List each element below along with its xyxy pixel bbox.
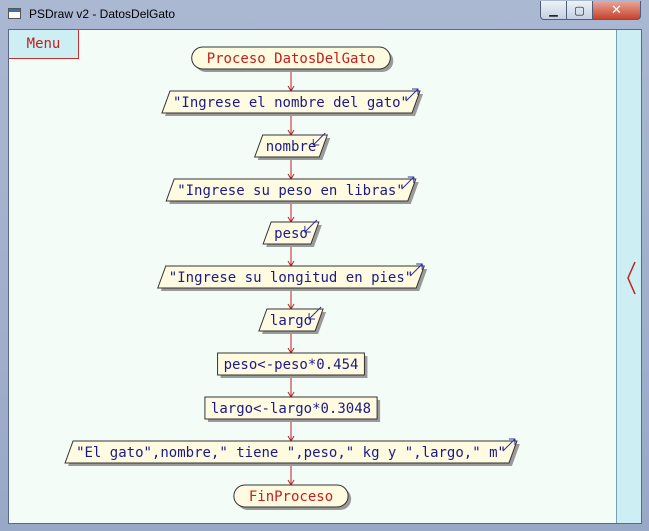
flowchart-svg: Proceso DatosDelGato "Ingrese el nombre d… xyxy=(64,46,520,510)
menu-button[interactable]: Menu xyxy=(9,30,79,59)
chevron-left-icon[interactable] xyxy=(617,30,642,524)
node-label: "Ingrese su longitud en pies" xyxy=(169,270,413,286)
app-window-icon xyxy=(8,8,21,19)
end-label: FinProceso xyxy=(249,489,333,505)
node-label: "Ingrese el nombre del gato" xyxy=(173,95,409,111)
node-label: peso xyxy=(274,226,308,242)
maximize-button[interactable]: ▢ xyxy=(567,1,593,20)
node-label: largo<-largo*0.3048 xyxy=(211,401,371,417)
side-panel[interactable] xyxy=(616,30,642,524)
node-label: "Ingrese su peso en libras" xyxy=(177,183,405,199)
window-title: PSDraw v2 - DatosDelGato xyxy=(29,7,176,21)
node-label: nombre xyxy=(266,139,317,155)
minimize-button[interactable]: ▁ xyxy=(540,1,567,20)
node-label: peso<-peso*0.454 xyxy=(224,357,359,373)
flowchart-canvas[interactable]: Proceso DatosDelGato "Ingrese el nombre d… xyxy=(8,29,642,524)
app-window: PSDraw v2 - DatosDelGato ▁ ▢ ✕ Proceso D… xyxy=(0,0,649,531)
node-label: "El gato",nombre," tiene ",peso," kg y "… xyxy=(76,445,506,461)
close-button[interactable]: ✕ xyxy=(593,1,641,20)
title-bar[interactable]: PSDraw v2 - DatosDelGato ▁ ▢ ✕ xyxy=(0,0,649,28)
node-label: largo xyxy=(270,313,312,329)
start-label: Proceso DatosDelGato xyxy=(207,51,376,67)
